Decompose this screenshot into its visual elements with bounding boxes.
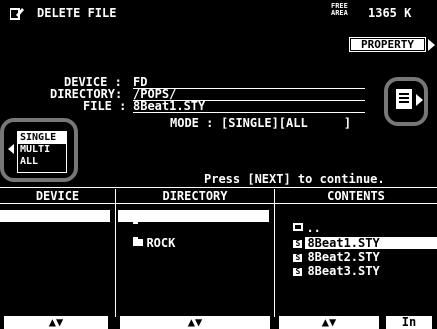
device-scroll-button[interactable]: ▲▼ <box>4 316 108 329</box>
style-file-icon: S <box>293 268 303 276</box>
mode-option-single[interactable]: SINGLE <box>18 132 66 144</box>
mode-selector[interactable]: SINGLE MULTI ALL <box>17 131 67 173</box>
file-label: FILE : <box>83 99 127 113</box>
file-icon-arrow-icon <box>416 94 423 106</box>
mode-option-all[interactable]: ALL <box>18 156 66 168</box>
property-arrow-icon <box>428 39 435 51</box>
free-area-value: 1365 K <box>368 6 412 20</box>
property-button[interactable]: PROPERTY <box>349 37 426 52</box>
mode-option-multi[interactable]: MULTI <box>18 144 66 156</box>
file-icon-button[interactable] <box>396 89 412 109</box>
contents-list-item-label: 8Beat3.STY <box>307 264 380 278</box>
browser-top-line <box>0 187 437 188</box>
device-list-item-label: FD <box>17 221 32 235</box>
in-button[interactable]: In <box>386 316 432 329</box>
column-header-contents: CONTENTS <box>275 189 437 204</box>
document-icon <box>396 89 412 109</box>
screen-title: DELETE FILE <box>37 6 117 20</box>
column-header-device: DEVICE <box>0 189 115 204</box>
device-list-item[interactable]: FD <box>0 210 110 234</box>
directory-scroll-button[interactable]: ▲▼ <box>120 316 270 329</box>
directory-list-item[interactable]: ROCK <box>119 225 175 249</box>
mode-label: MODE : <box>170 116 214 130</box>
mode-selector-arrow-icon <box>8 144 14 154</box>
directory-list-item-label: ROCK <box>146 236 176 250</box>
directory-list-item[interactable]: POPS <box>118 210 269 234</box>
next-hint: Press [NEXT] to continue. <box>204 172 385 186</box>
column-divider <box>115 189 116 317</box>
mode-value: [SINGLE][ALL ] <box>221 116 352 130</box>
property-button-label: PROPERTY <box>351 39 424 50</box>
column-divider <box>274 189 275 317</box>
contents-list-item[interactable]: S 8Beat3.STY <box>279 253 380 277</box>
contents-scroll-button[interactable]: ▲▼ <box>279 316 379 329</box>
column-header-directory: DIRECTORY <box>116 189 274 204</box>
folder-icon <box>133 237 144 246</box>
free-area-label: FREE AREA <box>331 2 348 17</box>
file-value: 8Beat1.STY <box>133 100 365 113</box>
edit-icon <box>9 5 24 20</box>
